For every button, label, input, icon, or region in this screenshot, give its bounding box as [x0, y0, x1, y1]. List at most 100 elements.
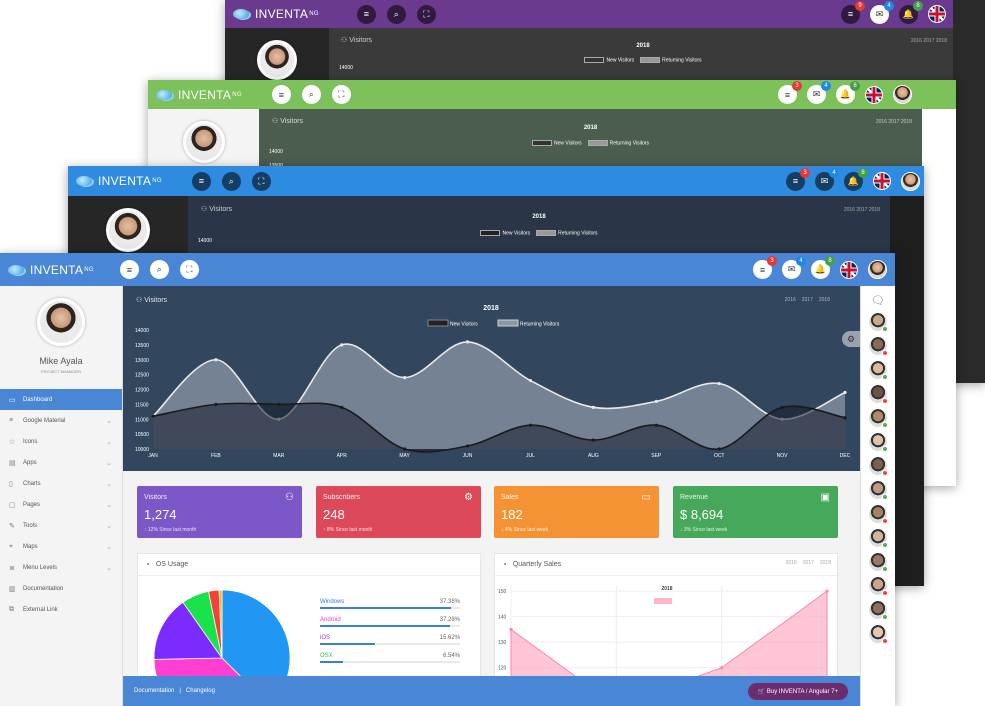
series-point[interactable]	[843, 390, 847, 395]
series-point[interactable]	[465, 340, 470, 344]
series-point[interactable]	[340, 405, 344, 409]
year-2017[interactable]: 2017	[803, 560, 814, 566]
messages-button[interactable]: ✉ 4	[870, 0, 894, 24]
sidebar-item-apps[interactable]: ▤ Apps ⌄	[0, 452, 122, 473]
year-2016[interactable]: 2016	[911, 38, 922, 44]
buy-button[interactable]: 🛒 Buy INVENTA / Angular 7+	[747, 682, 848, 700]
logo[interactable]: INVENTA NG	[76, 174, 162, 188]
contact-avatar[interactable]	[869, 409, 888, 428]
user-avatar[interactable]	[868, 260, 887, 279]
contact-avatar[interactable]	[869, 433, 888, 452]
footer-docs-link[interactable]: Documentation	[134, 688, 174, 694]
sidebar-item-documentation[interactable]: ▥ Documentation	[0, 578, 122, 599]
contact-avatar[interactable]	[869, 337, 888, 356]
sidebar-item-pages[interactable]: ▢ Pages ⌄	[0, 494, 122, 515]
contact-avatar[interactable]	[869, 577, 888, 596]
series-point[interactable]	[340, 343, 344, 347]
sidebar-item-tools[interactable]: ✎ Tools ⌄	[0, 515, 122, 536]
user-avatar[interactable]	[893, 85, 912, 104]
language-flag-icon[interactable]	[873, 172, 891, 190]
search-button[interactable]: ⌕	[149, 260, 169, 279]
user-avatar[interactable]	[901, 171, 920, 191]
sidebar-item-external-link[interactable]: ⧉ External Link	[0, 599, 122, 620]
series-point[interactable]	[509, 627, 513, 632]
sidebar-item-maps[interactable]: ⌖ Maps ⌄	[0, 536, 122, 557]
series-point[interactable]	[717, 447, 721, 451]
contact-avatar[interactable]	[869, 601, 888, 620]
settings-gear-icon[interactable]: ⚙	[842, 331, 860, 347]
series-point[interactable]	[654, 399, 658, 403]
series-point[interactable]	[843, 416, 847, 420]
contact-avatar[interactable]	[869, 385, 888, 404]
series-point[interactable]	[528, 378, 533, 383]
search-button[interactable]: ⌕	[301, 85, 321, 104]
search-button[interactable]: ⌕	[221, 171, 241, 191]
sidebar-item-dashboard[interactable]: ▭ Dashboard	[0, 389, 122, 410]
chat-icon[interactable]: 🗨	[861, 294, 895, 307]
tasks-button[interactable]: ≡ 3	[753, 256, 777, 279]
year-2018[interactable]: 2018	[820, 560, 831, 566]
contact-avatar[interactable]	[869, 481, 888, 500]
contact-avatar[interactable]	[869, 553, 888, 572]
logo[interactable]: INVENTA NG	[8, 263, 94, 277]
sidebar-item-icons[interactable]: ☆ Icons ⌄	[0, 431, 122, 452]
year-2018[interactable]: 2018	[901, 119, 912, 125]
menu-toggle-button[interactable]: ≡	[191, 171, 211, 191]
year-2017[interactable]: 2017	[856, 207, 867, 213]
language-flag-icon[interactable]	[865, 85, 883, 104]
series-point[interactable]	[403, 376, 407, 380]
year-2017[interactable]: 2017	[888, 119, 899, 125]
menu-toggle-button[interactable]: ≡	[119, 260, 139, 279]
year-2018[interactable]: 2018	[936, 38, 947, 44]
sidebar-item-charts[interactable]: ▯ Charts ⌄	[0, 473, 122, 494]
messages-button[interactable]: ✉ 4	[815, 167, 839, 191]
series-point[interactable]	[591, 405, 595, 409]
series-point[interactable]	[825, 589, 829, 593]
series-point[interactable]	[277, 402, 281, 406]
search-button[interactable]: ⌕	[386, 4, 406, 24]
messages-button[interactable]: ✉ 4	[807, 81, 831, 104]
fullscreen-button[interactable]: ⛶	[331, 85, 351, 104]
menu-toggle-button[interactable]: ≡	[356, 4, 376, 24]
stat-card-subscribers[interactable]: Subscribers 248 ↑ 8% Since last month ⚙	[316, 486, 481, 538]
series-point[interactable]	[654, 423, 658, 427]
notifications-button[interactable]: 🔔 8	[844, 167, 868, 191]
contact-avatar[interactable]	[869, 529, 888, 548]
tasks-button[interactable]: ≡ 3	[786, 167, 810, 191]
tasks-button[interactable]: ≡ 3	[778, 81, 802, 104]
series-point[interactable]	[720, 666, 724, 670]
contact-avatar[interactable]	[869, 361, 888, 380]
menu-toggle-button[interactable]: ≡	[271, 85, 291, 104]
footer-changelog-link[interactable]: Changelog	[186, 688, 215, 694]
series-point[interactable]	[214, 402, 218, 406]
sidebar-item-google-material[interactable]: ≡ Google Material ⌄	[0, 410, 122, 431]
notifications-button[interactable]: 🔔 8	[811, 256, 835, 279]
fullscreen-button[interactable]: ⛶	[251, 171, 271, 191]
series-point[interactable]	[465, 444, 470, 448]
language-flag-icon[interactable]	[928, 5, 946, 23]
year-2018[interactable]: 2018	[869, 207, 880, 213]
fullscreen-button[interactable]: ⛶	[179, 260, 199, 279]
year-2016[interactable]: 2016	[844, 207, 855, 213]
series-point[interactable]	[403, 447, 407, 451]
stat-card-revenue[interactable]: Revenue $ 8,694 ↓ 3% Since last week ▣	[673, 486, 838, 538]
notifications-button[interactable]: 🔔 8	[899, 0, 923, 24]
tasks-button[interactable]: ≡ 9	[841, 0, 865, 24]
fullscreen-button[interactable]: ⛶	[416, 4, 436, 24]
messages-button[interactable]: ✉ 4	[782, 256, 806, 279]
sidebar-item-menu-levels[interactable]: ≣ Menu Levels ⌄	[0, 557, 122, 578]
logo[interactable]: INVENTA NG	[233, 7, 319, 21]
series-point[interactable]	[528, 423, 533, 427]
logo[interactable]: INVENTA NG	[156, 88, 242, 102]
contact-avatar[interactable]	[869, 505, 888, 524]
language-flag-icon[interactable]	[840, 260, 858, 279]
year-2016[interactable]: 2016	[876, 119, 887, 125]
year-2016[interactable]: 2016	[786, 560, 797, 566]
series-point[interactable]	[717, 381, 721, 386]
series-point[interactable]	[151, 414, 155, 418]
contact-avatar[interactable]	[869, 457, 888, 476]
stat-card-sales[interactable]: Sales 182 ↓ 4% Since last week ▭	[494, 486, 659, 538]
stat-card-visitors[interactable]: Visitors 1,274 ↑ 12% Since last month ⚇	[137, 486, 302, 538]
notifications-button[interactable]: 🔔 8	[836, 81, 860, 104]
series-point[interactable]	[214, 358, 218, 362]
